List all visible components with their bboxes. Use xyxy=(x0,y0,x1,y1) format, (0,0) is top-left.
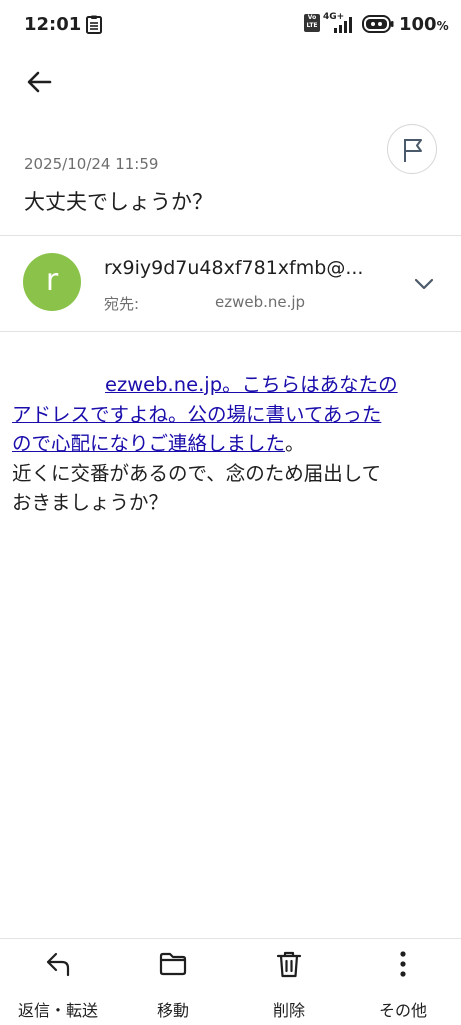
action-label: 移動 xyxy=(156,1001,189,1020)
volte-icon: Vo LTE xyxy=(304,14,320,32)
flag-icon xyxy=(404,139,422,162)
mail-body: ezweb.ne.jp。こちらはあなたの アドレスですよね。公の場に書いてあった… xyxy=(12,370,452,518)
clipboard-icon xyxy=(86,15,102,34)
more-button[interactable]: その他 xyxy=(348,939,458,1025)
status-bar: 12:01 Vo LTE 4G+ 100% xyxy=(0,0,461,50)
body-text: おきましょうか？ xyxy=(12,491,169,514)
action-label: 削除 xyxy=(272,1001,305,1020)
chevron-down-icon[interactable] xyxy=(410,273,438,295)
mail-date: 2025/10/24 11:59 xyxy=(24,155,159,173)
back-arrow-icon[interactable] xyxy=(24,66,56,98)
mail-link[interactable]: ので心配になりご連絡しました xyxy=(12,432,285,455)
action-label: その他 xyxy=(378,1001,427,1020)
trash-icon xyxy=(276,951,302,978)
recipient-label: 宛先: xyxy=(104,295,140,313)
recipient-address: ezweb.ne.jp xyxy=(215,293,306,311)
reply-forward-button[interactable]: 返信・転送 xyxy=(3,939,113,1025)
signal-icon xyxy=(334,17,352,33)
action-label: 返信・転送 xyxy=(17,1001,98,1020)
mail-subject: 大丈夫でしょうか？ xyxy=(24,190,213,214)
divider xyxy=(0,331,461,332)
delete-button[interactable]: 削除 xyxy=(234,939,344,1025)
move-button[interactable]: 移動 xyxy=(118,939,228,1025)
status-time: 12:01 xyxy=(24,14,82,35)
battery-icon xyxy=(362,15,394,33)
body-text: 。 xyxy=(285,432,305,455)
reply-icon xyxy=(46,952,70,977)
folder-icon xyxy=(159,952,187,976)
mail-link[interactable]: ezweb.ne.jp。こちらはあなたの xyxy=(105,373,398,396)
mail-link[interactable]: アドレスですよね。公の場に書いてあった xyxy=(12,403,381,426)
more-vertical-icon xyxy=(400,951,406,977)
divider xyxy=(0,235,461,236)
body-text: 近くに交番があるので、念のため届出して xyxy=(12,461,382,485)
bottom-action-bar: 返信・転送 移動 削除 その他 xyxy=(0,938,461,1025)
sender-avatar: r xyxy=(23,253,81,311)
battery-level: 100% xyxy=(399,14,449,35)
sender-address[interactable]: rx9iy9d7u48xf781xfmb@... xyxy=(104,257,363,279)
flag-button[interactable] xyxy=(387,124,437,174)
